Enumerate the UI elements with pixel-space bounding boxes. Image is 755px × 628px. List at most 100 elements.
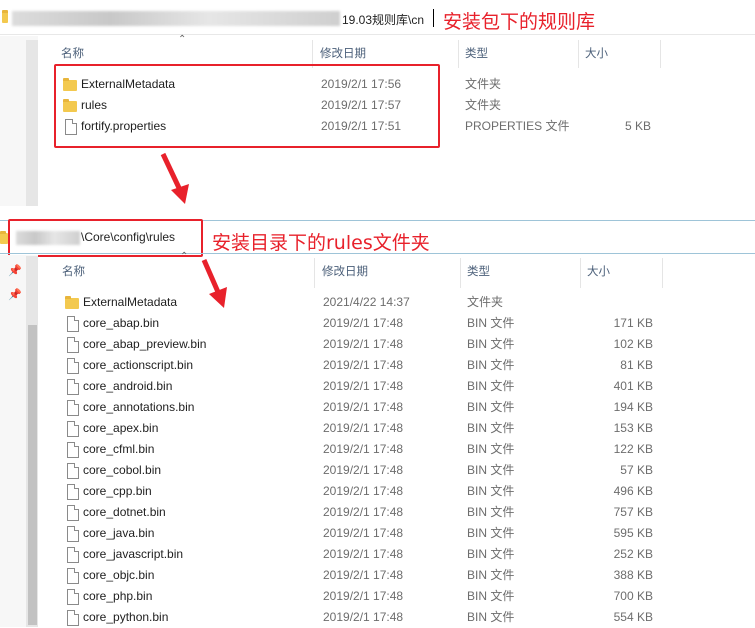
file-name: core_php.bin — [83, 589, 153, 603]
file-name: core_objc.bin — [83, 568, 155, 582]
list-item[interactable]: core_python.bin 2019/2/1 17:48 BIN 文件 554 K… — [0, 607, 755, 628]
top-address-bar[interactable]: 19.03规则库\cn — [0, 2, 440, 32]
pin-icon[interactable]: 📌 — [8, 264, 22, 277]
arrow-down-icon — [201, 258, 227, 308]
bottom-annotation: 安装目录下的rules文件夹 — [212, 232, 430, 254]
file-size: 5 KB — [624, 119, 651, 133]
file-type: BIN 文件 — [467, 547, 515, 561]
blurred-path — [12, 11, 340, 26]
list-item[interactable]: core_android.bin 2019/2/1 17:48 BIN 文件 401 … — [0, 376, 755, 397]
file-type: BIN 文件 — [467, 421, 515, 435]
file-size: 122 KB — [613, 442, 653, 456]
file-icon — [67, 316, 79, 332]
top-highlight-box — [54, 64, 440, 148]
list-item[interactable]: core_actionscript.bin 2019/2/1 17:48 BIN 文… — [0, 355, 755, 376]
column-separator — [580, 258, 581, 288]
sort-chevron-icon: ⌃ — [178, 34, 187, 45]
file-icon — [67, 400, 79, 416]
file-type: BIN 文件 — [467, 337, 515, 351]
file-type: BIN 文件 — [467, 379, 515, 393]
column-name[interactable]: 名称 — [62, 260, 85, 284]
file-type: BIN 文件 — [467, 526, 515, 540]
file-name: core_javascript.bin — [83, 547, 184, 561]
list-item[interactable]: core_java.bin 2019/2/1 17:48 BIN 文件 595 KB — [0, 523, 755, 544]
file-date: 2019/2/1 17:48 — [323, 316, 404, 330]
divider — [0, 34, 755, 35]
top-annotation: 安装包下的规则库 — [443, 11, 596, 33]
file-icon — [67, 568, 79, 584]
file-date: 2019/2/1 17:48 — [323, 463, 404, 477]
list-item[interactable]: core_cfml.bin 2019/2/1 17:48 BIN 文件 122 KB — [0, 439, 755, 460]
column-date[interactable]: 修改日期 — [322, 260, 368, 284]
file-size: 153 KB — [613, 421, 653, 435]
file-date: 2019/2/1 17:48 — [323, 337, 404, 351]
file-size: 194 KB — [613, 400, 653, 414]
file-size: 401 KB — [613, 379, 653, 393]
file-type: 文件夹 — [467, 295, 504, 309]
file-name: core_apex.bin — [83, 421, 159, 435]
column-separator — [578, 40, 579, 68]
list-item[interactable]: core_javascript.bin 2019/2/1 17:48 BIN 文件 2… — [0, 544, 755, 565]
list-item[interactable]: core_abap.bin 2019/2/1 17:48 BIN 文件 171 KB — [0, 313, 755, 334]
file-icon — [67, 589, 79, 605]
file-type: BIN 文件 — [467, 589, 515, 603]
file-type: BIN 文件 — [467, 484, 515, 498]
file-date: 2019/2/1 17:48 — [323, 589, 404, 603]
file-name: core_dotnet.bin — [83, 505, 166, 519]
top-path-text: 19.03规则库\cn — [342, 13, 425, 27]
file-date: 2019/2/1 17:48 — [323, 400, 404, 414]
list-item[interactable]: core_dotnet.bin 2019/2/1 17:48 BIN 文件 757 K… — [0, 502, 755, 523]
file-size: 388 KB — [613, 568, 653, 582]
file-type: BIN 文件 — [467, 463, 515, 477]
column-separator — [314, 258, 315, 288]
file-type: BIN 文件 — [467, 610, 515, 624]
file-size: 252 KB — [613, 547, 653, 561]
file-size: 700 KB — [613, 589, 653, 603]
divider — [0, 253, 755, 254]
list-item[interactable]: core_objc.bin 2019/2/1 17:48 BIN 文件 388 KB — [0, 565, 755, 586]
column-date[interactable]: 修改日期 — [320, 42, 366, 66]
column-separator — [662, 258, 663, 288]
file-date: 2019/2/1 17:48 — [323, 379, 404, 393]
file-date: 2019/2/1 17:48 — [323, 526, 404, 540]
file-icon — [67, 505, 79, 521]
column-type[interactable]: 类型 — [465, 42, 488, 66]
file-date: 2019/2/1 17:48 — [323, 442, 404, 456]
file-icon — [67, 379, 79, 395]
folder-icon — [0, 231, 8, 244]
file-size: 81 KB — [620, 358, 653, 372]
file-icon — [67, 526, 79, 542]
list-item[interactable]: core_cpp.bin 2019/2/1 17:48 BIN 文件 496 KB — [0, 481, 755, 502]
file-icon — [67, 442, 79, 458]
file-type: BIN 文件 — [467, 358, 515, 372]
file-type: BIN 文件 — [467, 316, 515, 330]
column-separator — [460, 258, 461, 288]
file-date: 2019/2/1 17:48 — [323, 505, 404, 519]
file-name: core_android.bin — [83, 379, 173, 393]
file-name: core_actionscript.bin — [83, 358, 194, 372]
column-size[interactable]: 大小 — [585, 42, 608, 66]
file-icon — [67, 421, 79, 437]
text-cursor — [433, 9, 434, 27]
column-type[interactable]: 类型 — [467, 260, 490, 284]
column-size[interactable]: 大小 — [587, 260, 610, 284]
folder-icon — [65, 296, 79, 309]
column-separator — [458, 40, 459, 68]
file-icon — [67, 358, 79, 374]
file-icon — [67, 610, 79, 626]
list-item[interactable]: core_apex.bin 2019/2/1 17:48 BIN 文件 153 KB — [0, 418, 755, 439]
list-item[interactable]: core_cobol.bin 2019/2/1 17:48 BIN 文件 57 KB — [0, 460, 755, 481]
list-item[interactable]: core_php.bin 2019/2/1 17:48 BIN 文件 700 KB — [0, 586, 755, 607]
column-name[interactable]: 名称 — [61, 42, 84, 66]
file-type: BIN 文件 — [467, 442, 515, 456]
file-icon — [67, 337, 79, 353]
file-date: 2019/2/1 17:48 — [323, 358, 404, 372]
list-item[interactable]: core_abap_preview.bin 2019/2/1 17:48 BIN 文… — [0, 334, 755, 355]
arrow-down-icon — [160, 152, 189, 204]
list-item[interactable]: core_annotations.bin 2019/2/1 17:48 BIN 文件… — [0, 397, 755, 418]
list-item[interactable]: ExternalMetadata 2021/4/22 14:37 文件夹 — [0, 292, 755, 313]
file-date: 2019/2/1 17:48 — [323, 547, 404, 561]
file-type: BIN 文件 — [467, 400, 515, 414]
file-date: 2019/2/1 17:48 — [323, 610, 404, 624]
file-size: 595 KB — [613, 526, 653, 540]
